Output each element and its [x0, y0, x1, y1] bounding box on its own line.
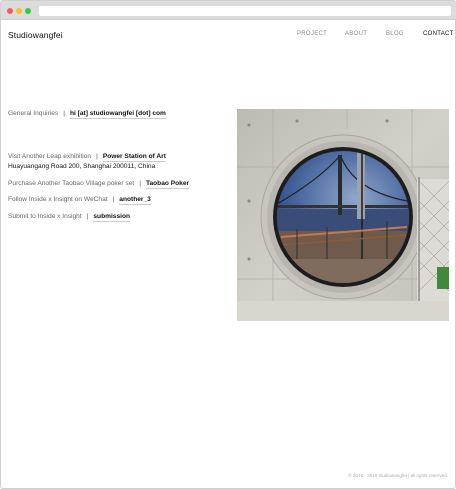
close-window-icon[interactable]	[7, 8, 13, 14]
browser-window: Studiowangfei PROJECT ABOUT BLOG CONTACT…	[0, 0, 456, 489]
copyright-text: © 2016 - 2019 studiowangfei | all rights…	[348, 473, 448, 478]
submit-label: Submit to Inside x Insight	[8, 213, 82, 220]
inquiries-line: General Inquiries | hi [at] studiowangfei …	[8, 110, 166, 119]
site-logo[interactable]: Studiowangfei	[8, 30, 63, 40]
submission-link[interactable]: submission	[93, 213, 131, 222]
inquiries-label: General Inquiries	[8, 110, 59, 117]
separator: |	[112, 196, 115, 203]
follow-line: Follow Inside x Insight on WeChat | anothe…	[8, 196, 151, 205]
wechat-link[interactable]: another_3	[119, 196, 151, 205]
shop-link[interactable]: Taobao Poker	[145, 180, 190, 189]
separator: |	[96, 153, 98, 160]
nav-blog[interactable]: BLOG	[386, 31, 404, 37]
submit-line: Submit to Inside x Insight | submission	[8, 213, 131, 222]
browser-toolbar	[1, 1, 456, 20]
minimize-window-icon[interactable]	[16, 8, 22, 14]
porthole-photo	[237, 109, 449, 321]
separator: |	[139, 180, 141, 187]
follow-label: Follow Inside x Insight on WeChat	[8, 196, 108, 203]
purchase-line: Purchase Another Taobao Village poker se…	[8, 180, 190, 189]
venue-address: Huayuangang Road 200, Shanghai 200011, C…	[8, 163, 156, 170]
visit-label: Visit Another Leap exhibition	[8, 153, 92, 160]
separator: |	[63, 110, 65, 117]
email-link[interactable]: hi [at] studiowangfei [dot] com	[69, 110, 166, 119]
venue-link[interactable]: Power Station of Art	[102, 153, 166, 162]
nav-about[interactable]: ABOUT	[345, 31, 367, 37]
visit-line: Visit Another Leap exhibition | Power Stat…	[8, 153, 166, 162]
purchase-label: Purchase Another Taobao Village poker se…	[8, 180, 135, 187]
porthole-window-image	[237, 109, 449, 321]
nav-contact[interactable]: CONTACT	[423, 31, 454, 37]
maximize-window-icon[interactable]	[25, 8, 31, 14]
address-bar[interactable]	[39, 6, 451, 16]
nav-project[interactable]: PROJECT	[297, 31, 327, 37]
separator: |	[86, 213, 89, 220]
